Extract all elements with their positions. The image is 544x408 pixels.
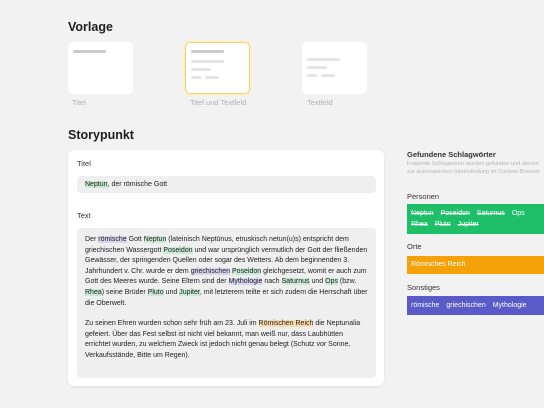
story-card: Titel Neptun, der römische Gott Text Der… [68,150,384,386]
keyword-chip[interactable]: Mythologie [493,296,527,315]
text-placeholder-bar [307,66,327,69]
keyword-highlight: Poseidon [231,267,262,275]
keyword-highlight: Mythologie [228,278,263,286]
template-label-text: Textfeld [307,98,333,107]
text-placeholder-bar [191,60,224,63]
text-segment: ) seine Brüder [101,288,148,296]
text-paragraph: Der römische Gott Neptun (lateinisch Nep… [85,235,368,309]
title-field-label: Titel [77,159,91,168]
keyword-chip[interactable]: Ops [512,209,525,220]
text-placeholder-bar [191,68,211,71]
title-placeholder-bar [73,50,106,53]
title-input[interactable]: Neptun, der römische Gott [77,176,376,193]
template-section-heading: Vorlage [68,20,113,34]
text-segment: und [163,288,180,296]
keyword-chip[interactable]: Neptun [411,209,434,220]
template-label-title-and-text: Titel und Textfeld [190,98,247,107]
text-placeholder-bar [321,74,335,77]
text-paragraph: Zu seinen Ehren wurden schon sehr früh a… [85,319,368,361]
keyword-chip[interactable]: Poseidon [441,209,470,220]
text-placeholder-bar [191,76,201,79]
keyword-chip[interactable]: griechischen [446,296,485,315]
group-label-other: Sonstiges [407,283,440,292]
template-card-text[interactable] [302,42,367,94]
keyword-group-persons: Neptun Poseidon Saturnus Ops Rhea Pluto Jupite… [407,204,544,234]
keyword-highlight: Saturnus [281,278,310,286]
keyword-highlight: Poseidon [163,246,193,254]
keyword-group-other: römische griechischen Mythologie [407,296,544,315]
keyword-highlight: Neptun [143,236,167,243]
text-segment: Zu seinen Ehren wurden schon sehr früh a… [85,320,259,328]
keyword-chip[interactable]: Pluto [435,220,451,231]
text-field-label: Text [77,211,91,220]
text-placeholder-bar [307,58,340,61]
text-segment: und [309,278,326,286]
template-card-title-and-text[interactable] [185,42,250,94]
keyword-highlight: griechischen [190,267,231,275]
keyword-highlight: Rhea [85,288,102,296]
keyword-highlight: Ops [325,278,338,286]
keyword-highlight: römische [98,236,127,243]
keyword-highlight: Neptun [85,181,108,188]
keyword-highlight: Römischen Reich [258,320,314,328]
title-placeholder-bar [191,50,224,53]
keyword-group-places: Römisches Reich [407,256,544,274]
text-segment: Gott [126,236,144,243]
keywords-panel-title: Gefundene Schlagwörter [407,150,496,159]
text-segment: (bzw. [337,278,357,286]
keyword-chip[interactable]: Römisches Reich [411,256,465,274]
story-section-heading: Storypunkt [68,128,134,142]
keyword-chip[interactable]: römische [411,296,439,315]
keyword-highlight: Pluto [147,288,164,296]
text-segment: Der [85,236,99,243]
keyword-chip[interactable]: Jupiter [458,220,479,231]
keyword-chip[interactable]: Rhea [411,220,428,231]
keyword-highlight: Jupiter [179,288,200,296]
text-segment: nach [262,278,282,286]
template-label-title: Titel [72,98,86,107]
keyword-chip[interactable]: Saturnus [477,209,505,220]
template-card-title[interactable] [68,42,133,94]
title-text: , der römische Gott [107,181,168,188]
text-input[interactable]: Der römische Gott Neptun (lateinisch Nep… [77,228,376,378]
text-placeholder-bar [205,76,219,79]
keywords-panel-description: Folgende Schlagwörter wurden gefunden un… [407,161,541,175]
group-label-places: Orte [407,242,422,251]
group-label-persons: Personen [407,192,440,201]
text-placeholder-bar [307,74,317,77]
